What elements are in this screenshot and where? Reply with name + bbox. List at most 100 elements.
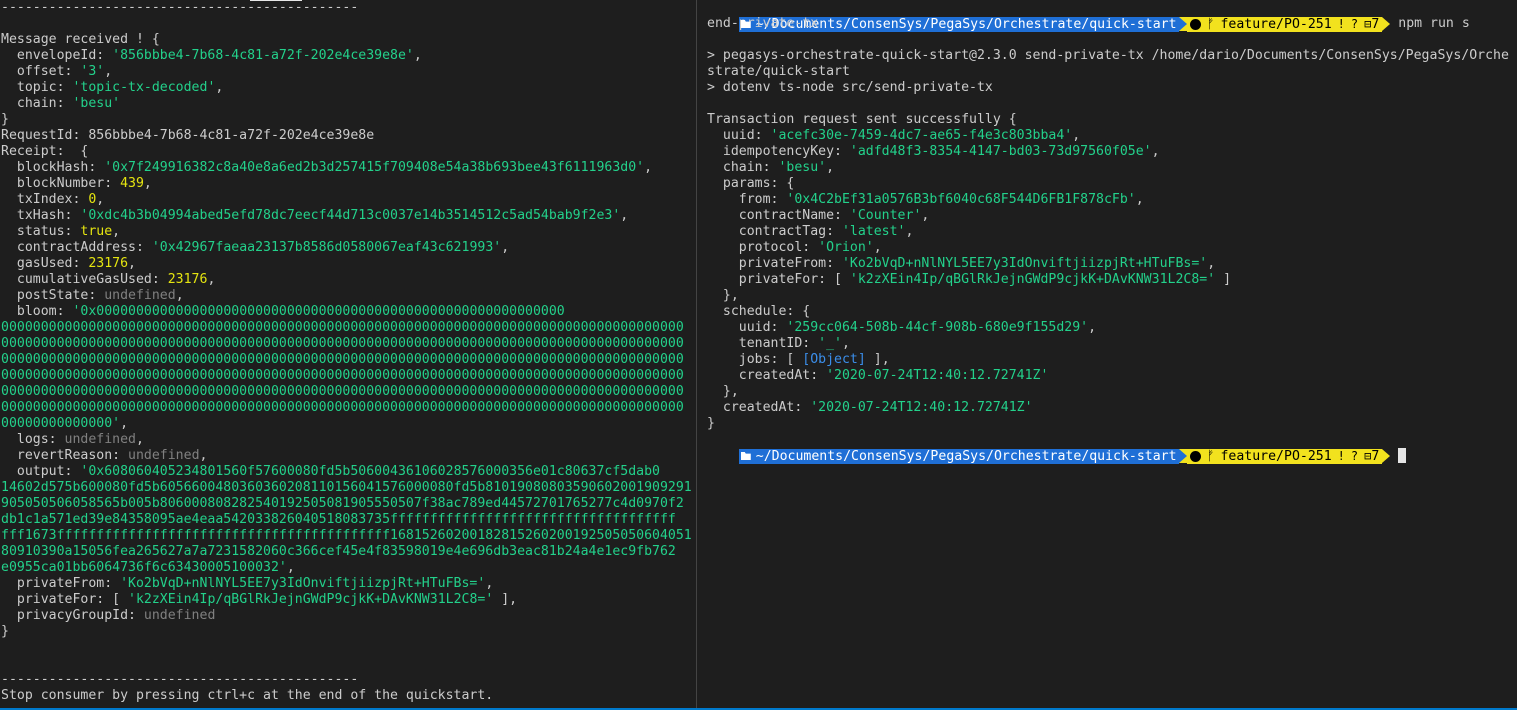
terminal-line: contractName: 'Counter', <box>707 208 1517 224</box>
terminal-text: createdAt: <box>707 368 827 383</box>
terminal-line: }, <box>707 288 1517 304</box>
terminal-text: params: { <box>707 176 795 191</box>
terminal-text: , <box>136 432 144 447</box>
terminal-text: , <box>1088 320 1097 335</box>
terminal-line: createdAt: '2020-07-24T12:40:12.72741Z' <box>707 368 1517 384</box>
terminal-line: > dotenv ts-node src/send-private-tx <box>707 80 1517 96</box>
terminal-text: , <box>620 208 629 223</box>
tab-indicator <box>250 0 302 1</box>
terminal-line: chain: 'besu', <box>707 160 1517 176</box>
terminal-line: db1c1a571ed39e84358095ae4eaa542033826040… <box>1 512 696 528</box>
terminal-text: ], <box>493 592 518 607</box>
terminal-text: postState: <box>1 288 105 303</box>
terminal-line: createdAt: '2020-07-24T12:40:12.72741Z' <box>707 400 1517 416</box>
prompt-branch: feature/PO-251 <box>1220 448 1332 464</box>
modified-icon: ! <box>1337 448 1345 463</box>
powerline-arrow-icon <box>1382 17 1391 31</box>
terminal-text: '0x608060405234801560f57600080fd5b506004… <box>80 464 660 479</box>
terminal-line: status: true, <box>1 224 696 240</box>
terminal-text: end-private-tx <box>707 16 819 31</box>
terminal-line: RequestId: 856bbbe4-7b68-4c81-a72f-202e4… <box>1 128 696 144</box>
left-terminal-pane[interactable]: ----------------------------------------… <box>0 0 696 710</box>
terminal-text: 'besu' <box>778 160 827 175</box>
terminal-text: chain: <box>1 96 73 111</box>
terminal-text: , <box>485 576 494 591</box>
prompt-line: ~/Documents/ConsenSys/PegaSys/Orchestrat… <box>707 0 1517 32</box>
terminal-text: ] <box>1215 272 1232 287</box>
terminal-text: strate/quick-start <box>707 64 850 79</box>
terminal-line: } <box>1 624 696 640</box>
terminal-line: envelopeId: '856bbbe4-7b68-4c81-a72f-202… <box>1 48 696 64</box>
github-icon <box>1189 18 1201 30</box>
terminal-text: '856bbbe4-7b68-4c81-a72f-202e4ce39e8e' <box>112 48 414 63</box>
terminal-line: e0955ca01bb6064736f6c63430005100032', <box>1 560 696 576</box>
terminal-text: from: <box>707 192 787 207</box>
terminal-text: db1c1a571ed39e84358095ae4eaa542033826040… <box>1 512 676 527</box>
terminal-text: tenantID: <box>707 336 819 351</box>
terminal-text: 'latest' <box>841 224 906 239</box>
terminal-text: } <box>707 416 715 431</box>
terminal-text: , <box>826 160 835 175</box>
typed-command: npm run s <box>1398 16 1470 31</box>
terminal-text: , <box>175 288 184 303</box>
powerline-arrow-icon <box>1178 449 1187 463</box>
terminal-text: , <box>199 448 208 463</box>
terminal-text: ], <box>865 352 890 367</box>
terminal-text: Receipt: { <box>1 144 89 159</box>
terminal-line: from: '0x4C2bEf31a0576B3bf6040c68F544D6F… <box>707 192 1517 208</box>
terminal-line: postState: undefined, <box>1 288 696 304</box>
terminal-line: contractAddress: '0x42967faeaa23137b8586… <box>1 240 696 256</box>
terminal-text: true <box>80 224 113 239</box>
terminal-text: , <box>1135 192 1144 207</box>
terminal-line: privateFrom: 'Ko2bVqD+nNlNYL5EE7y3IdOnvi… <box>1 576 696 592</box>
prompt-line-current[interactable]: ~/Documents/ConsenSys/PegaSys/Orchestrat… <box>707 432 1517 464</box>
pane-divider[interactable] <box>696 0 697 710</box>
terminal-line: tenantID: '_', <box>707 336 1517 352</box>
terminal-line: 0000000000000000000000000000000000000000… <box>1 336 696 352</box>
terminal-text: gasUsed: <box>1 256 89 271</box>
terminal-line: strate/quick-start <box>707 64 1517 80</box>
terminal-text: topic: <box>1 80 73 95</box>
terminal-text: undefined <box>104 288 176 303</box>
terminal-text: , <box>644 160 653 175</box>
right-terminal-output: end-private-tx > pegasys-orchestrate-quic… <box>707 16 1517 432</box>
prompt-dir-segment: ~/Documents/ConsenSys/PegaSys/Orchestrat… <box>738 448 1179 464</box>
terminal-text: , <box>1072 128 1081 143</box>
terminal-line: 0000000000000000000000000000000000000000… <box>1 352 696 368</box>
terminal-text: 'k2zXEin4Ip/qBGlRkJejnGWdP9cjkK+DAvKNW31… <box>849 272 1216 287</box>
terminal-line: txIndex: 0, <box>1 192 696 208</box>
terminal-line: ----------------------------------------… <box>1 0 696 16</box>
terminal-text: output: <box>1 464 81 479</box>
shell-prompt: ~/Documents/ConsenSys/PegaSys/Orchestrat… <box>738 448 1391 464</box>
terminal-text: 'Ko2bVqD+nNlNYL5EE7y3IdOnviftjiizpjRt+HT… <box>841 256 1208 271</box>
terminal-text: '259cc064-508b-44cf-908b-680e9f155d29' <box>786 320 1089 335</box>
terminal-text: 0000000000000000000000000000000000000000… <box>1 320 684 335</box>
terminal-text: 'k2zXEin4Ip/qBGlRkJejnGWdP9cjkK+DAvKNW31… <box>128 592 494 607</box>
terminal-line: output: '0x608060405234801560f57600080fd… <box>1 464 696 480</box>
terminal-line: gasUsed: 23176, <box>1 256 696 272</box>
terminal-text: '0xdc4b3b04994abed5efd78dc7eecf44d713c00… <box>80 208 621 223</box>
terminal-line: txHash: '0xdc4b3b04994abed5efd78dc7eecf4… <box>1 208 696 224</box>
terminal-line: privateFrom: 'Ko2bVqD+nNlNYL5EE7y3IdOnvi… <box>707 256 1517 272</box>
terminal-line: 0000000000000000000000000000000000000000… <box>1 384 696 400</box>
terminal-text: ----------------------------------------… <box>1 672 359 687</box>
terminal-cursor[interactable] <box>1398 448 1407 463</box>
terminal-text: > dotenv ts-node src/send-private-tx <box>707 80 993 95</box>
right-terminal-pane[interactable]: ~/Documents/ConsenSys/PegaSys/Orchestrat… <box>707 0 1517 710</box>
terminal-line: topic: 'topic-tx-decoded', <box>1 80 696 96</box>
terminal-line: uuid: 'acefc30e-7459-4dc7-ae65-f4e3c803b… <box>707 128 1517 144</box>
terminal-text: , <box>96 192 105 207</box>
terminal-text: privateFor: [ <box>707 272 850 287</box>
terminal-text: privateFrom: <box>1 576 121 591</box>
terminal-text: revertReason: <box>1 448 129 463</box>
terminal-text: protocol: <box>707 240 819 255</box>
terminal-text: > pegasys-orchestrate-quick-start@2.3.0 … <box>707 48 1509 63</box>
terminal-line: params: { <box>707 176 1517 192</box>
terminal-line: uuid: '259cc064-508b-44cf-908b-680e9f155… <box>707 320 1517 336</box>
terminal-line: privateFor: [ 'k2zXEin4Ip/qBGlRkJejnGWdP… <box>1 592 696 608</box>
stash-count: 7 <box>1371 16 1380 32</box>
folder-icon <box>740 452 751 460</box>
terminal-text: 'besu' <box>72 96 121 111</box>
